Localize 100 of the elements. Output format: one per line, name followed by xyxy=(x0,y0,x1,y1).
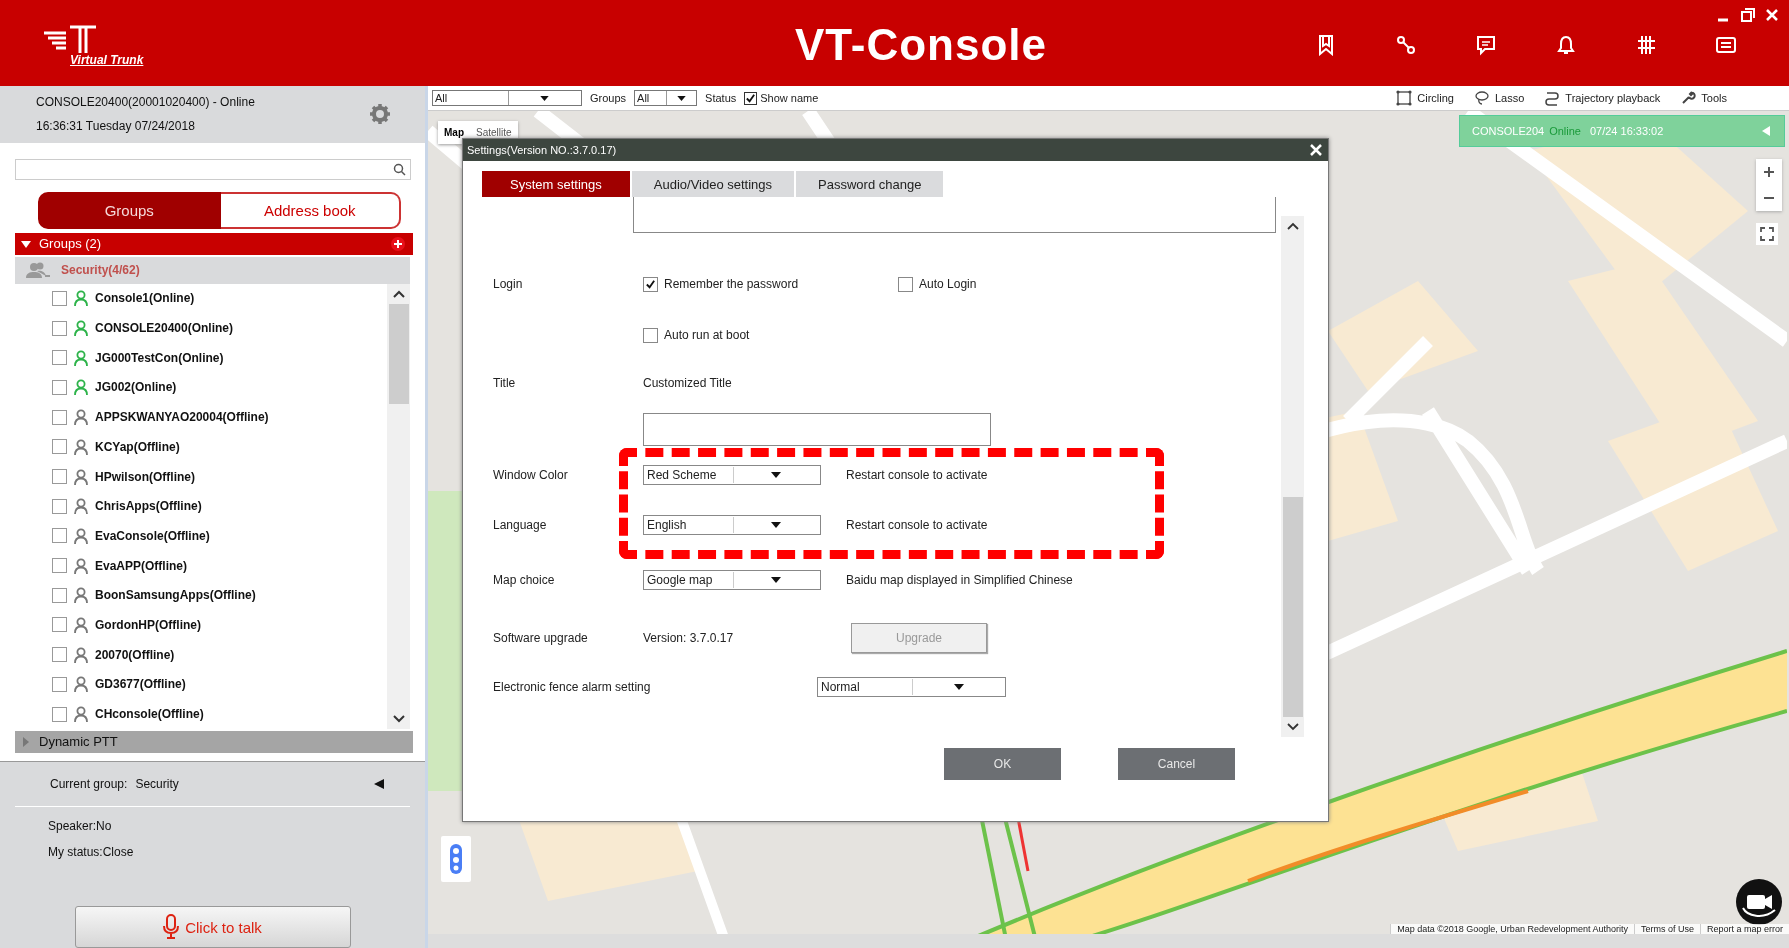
checkbox[interactable] xyxy=(52,587,67,603)
caret-icon xyxy=(771,577,782,583)
bell-icon[interactable] xyxy=(1555,34,1577,56)
checkbox[interactable] xyxy=(52,320,67,336)
current-group-label: Current group: xyxy=(50,777,128,791)
checkbox[interactable] xyxy=(52,350,67,366)
scroll-thumb[interactable] xyxy=(1282,497,1303,717)
settings-tab[interactable]: Password change xyxy=(796,171,944,197)
checkbox-label[interactable]: Show name xyxy=(760,92,819,104)
wrench-icon[interactable] xyxy=(1680,90,1697,106)
card-icon[interactable] xyxy=(1715,34,1737,56)
grid-icon[interactable] xyxy=(1635,34,1657,56)
square-icon[interactable] xyxy=(1396,90,1413,106)
dropdown[interactable]: Red Scheme xyxy=(643,465,821,485)
checkbox[interactable] xyxy=(52,706,67,722)
fullscreen-icon[interactable] xyxy=(1756,223,1778,245)
member-name[interactable]: CONSOLE20400(Online) xyxy=(95,321,234,336)
checkbox[interactable] xyxy=(52,676,67,692)
member-name[interactable]: APPSKWANYAO20004(Offline) xyxy=(95,410,269,425)
collapse-icon[interactable] xyxy=(373,778,385,790)
checkbox[interactable] xyxy=(52,528,67,544)
checkbox[interactable] xyxy=(52,439,67,455)
member-name[interactable]: CHconsole(Offline) xyxy=(95,707,204,722)
talk-button[interactable]: Click to talk xyxy=(74,906,351,948)
toolbar-link[interactable]: Circling xyxy=(1417,92,1454,104)
setting-label: Title xyxy=(493,376,517,390)
checkbox[interactable] xyxy=(643,327,658,343)
horizontal-scrollbar[interactable] xyxy=(428,934,1789,948)
checkbox[interactable] xyxy=(744,91,758,105)
checkbox-label[interactable]: Auto run at boot xyxy=(664,328,750,342)
section-title: Dynamic PTT xyxy=(39,734,119,750)
scrollbar[interactable] xyxy=(387,283,410,729)
chat-icon[interactable] xyxy=(1475,34,1497,56)
my-status: My status:Close xyxy=(48,844,135,861)
scroll-thumb[interactable] xyxy=(388,303,409,404)
member-name[interactable]: ChrisApps(Offline) xyxy=(95,499,202,514)
device-name: CONSOLE204 xyxy=(1472,125,1545,137)
search-field[interactable] xyxy=(15,158,411,180)
caret-down-icon[interactable] xyxy=(21,238,31,249)
checkbox[interactable] xyxy=(52,647,67,663)
text-area[interactable] xyxy=(633,197,1276,233)
map-type-tab[interactable]: Map xyxy=(438,121,470,144)
scrollbar[interactable] xyxy=(1281,216,1304,737)
settings-tab[interactable]: System settings xyxy=(482,171,630,197)
member-name[interactable]: 20070(Offline) xyxy=(95,647,175,662)
checkbox[interactable] xyxy=(52,379,67,395)
member-name[interactable]: HPwilson(Offline) xyxy=(95,469,195,484)
member-name[interactable]: KCYap(Offline) xyxy=(95,439,180,454)
link-icon[interactable] xyxy=(1395,34,1417,56)
member-name[interactable]: BoonSamsungApps(Offline) xyxy=(95,588,256,603)
dialog-button[interactable]: OK xyxy=(944,748,1061,780)
close-icon[interactable] xyxy=(1310,144,1322,156)
member-name[interactable]: EvaConsole(Offline) xyxy=(95,528,210,543)
setting-label: Language xyxy=(493,518,548,532)
status-filter-dropdown[interactable]: All xyxy=(634,90,698,106)
title-input-field[interactable] xyxy=(643,413,991,446)
member-name[interactable]: GordonHP(Offline) xyxy=(95,617,201,632)
checkbox[interactable] xyxy=(52,498,67,514)
section-header[interactable]: Dynamic PTT xyxy=(15,730,413,753)
checkbox[interactable] xyxy=(898,276,914,292)
dropdown[interactable]: English xyxy=(643,515,821,535)
camera-icon[interactable] xyxy=(1735,878,1783,926)
sidebar-tab[interactable]: Groups xyxy=(38,191,221,229)
checkbox-label[interactable]: Remember the password xyxy=(664,277,799,291)
checkbox[interactable] xyxy=(52,409,67,425)
checkbox[interactable] xyxy=(643,276,658,292)
member-name[interactable]: EvaAPP(Offline) xyxy=(95,558,187,573)
section-header[interactable]: Groups (2) xyxy=(15,232,413,255)
dialog-button[interactable]: Cancel xyxy=(1118,748,1235,780)
pegman-icon[interactable] xyxy=(441,836,471,882)
checkbox[interactable] xyxy=(52,469,67,485)
app-title: VT-Console xyxy=(795,20,1049,70)
dropdown[interactable]: Google map xyxy=(643,570,821,590)
settings-tab[interactable]: Audio/Video settings xyxy=(631,171,795,197)
member-name[interactable]: Console1(Online) xyxy=(95,291,195,306)
group-filter-dropdown[interactable]: All xyxy=(432,90,582,106)
toolbar-link[interactable]: Trajectory playback xyxy=(1565,92,1661,104)
dropdown[interactable]: Normal xyxy=(817,677,1006,697)
caret-icon xyxy=(953,684,964,690)
checkbox-label[interactable]: Auto Login xyxy=(919,277,977,291)
checkbox[interactable] xyxy=(52,290,67,306)
setting-note: Restart console to activate xyxy=(846,468,988,482)
search-icon[interactable] xyxy=(393,162,406,176)
member-name[interactable]: JG002(Online) xyxy=(95,380,177,395)
route-icon[interactable] xyxy=(1544,90,1561,106)
member-name[interactable]: GD3677(Offline) xyxy=(95,677,186,692)
toolbar-link[interactable]: Tools xyxy=(1701,92,1727,104)
restore-icon[interactable] xyxy=(1741,8,1755,22)
lasso-icon[interactable] xyxy=(1474,90,1490,106)
checkbox[interactable] xyxy=(52,617,67,633)
sidebar-tab[interactable]: Address book xyxy=(220,191,401,229)
toolbar-link[interactable]: Lasso xyxy=(1495,92,1525,104)
caret-icon xyxy=(540,95,550,101)
member-name[interactable]: JG000TestCon(Online) xyxy=(95,350,224,365)
device-status: Online xyxy=(1549,125,1581,137)
close-icon[interactable] xyxy=(1765,8,1779,22)
add-icon[interactable] xyxy=(391,236,405,251)
checkbox[interactable] xyxy=(52,558,67,574)
settings-icon[interactable] xyxy=(369,103,391,126)
caret-icon xyxy=(771,522,782,528)
